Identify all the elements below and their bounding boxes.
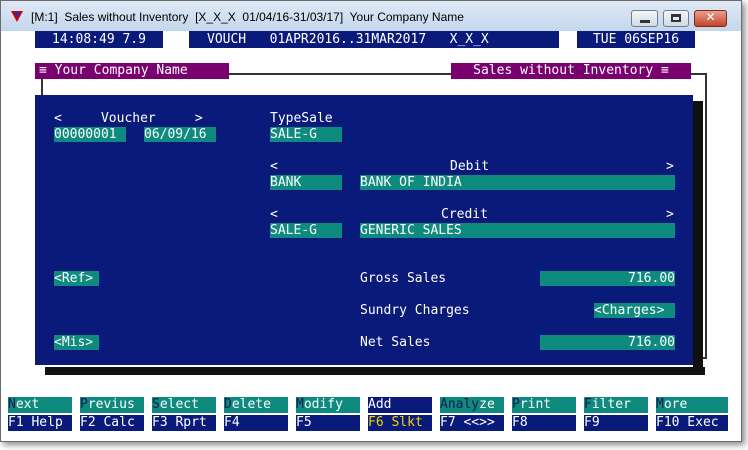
debit-account-field[interactable]: BANK OF INDIA (360, 175, 675, 190)
status-date: TUE 06SEP16 (577, 31, 695, 48)
fkey-f1-help[interactable]: F1 Help (8, 415, 72, 431)
window-title: [M:1] Sales without Inventory [X_X_X 01/… (31, 10, 464, 24)
gross-sales-value[interactable]: 716.00 (540, 271, 675, 286)
status-time: 14:08:49 7.9 (35, 31, 163, 48)
status-mode: VOUCH 01APR2016..31MAR2017 X_X_X (189, 31, 559, 48)
typesale-label: TypeSale (270, 111, 333, 126)
fkey-f9[interactable]: F9 (584, 415, 648, 431)
debit-header: Debit (450, 159, 490, 174)
panel-title-right: Sales without Inventory ≡ (451, 63, 691, 79)
voucher-header[interactable]: < Voucher > (54, 111, 203, 127)
voucher-console: ≡ Your Company Name Sales without Invent… (31, 63, 709, 375)
fkey-more[interactable]: More (656, 397, 728, 413)
net-sales-value[interactable]: 716.00 (540, 335, 675, 350)
fkey-f4[interactable]: F4 (224, 415, 288, 431)
credit-header: Credit (441, 207, 488, 222)
fkey-add[interactable]: Add (368, 397, 432, 413)
form-shadow-side (693, 101, 703, 375)
fkey-modify[interactable]: Modify (296, 397, 360, 413)
fkey-f10-exec[interactable]: F10 Exec (656, 415, 728, 431)
net-sales-label: Net Sales (360, 335, 431, 350)
voucher-date-field[interactable]: 06/09/16 (144, 127, 216, 142)
voucher-number-field[interactable]: 00000001 (54, 127, 126, 142)
app-logo-icon[interactable] (11, 11, 23, 22)
application-window: [M:1] Sales without Inventory [X_X_X 01/… (0, 0, 742, 442)
gross-sales-label: Gross Sales (360, 271, 447, 286)
fkey-f5[interactable]: F5 (296, 415, 360, 431)
fkey-f7-navigate[interactable]: F7 <<>> (440, 415, 504, 431)
fkey-f2-calc[interactable]: F2 Calc (80, 415, 144, 431)
fkey-print[interactable]: Print (512, 397, 576, 413)
debit-code-field[interactable]: BANK (270, 175, 342, 190)
credit-next-arrow[interactable]: > (666, 207, 674, 223)
fkey-analyze[interactable]: Analyze (440, 397, 504, 413)
fkey-next[interactable]: Next (8, 397, 72, 413)
typesale-field[interactable]: SALE-G (270, 127, 342, 142)
mis-button[interactable]: <Mis> (54, 335, 99, 350)
fkey-filter[interactable]: Filter (584, 397, 648, 413)
charges-button[interactable]: <Charges> (594, 303, 675, 318)
form-shadow (45, 367, 705, 375)
debit-prev-arrow[interactable]: < (270, 159, 278, 175)
debit-next-arrow[interactable]: > (666, 159, 674, 175)
fkey-f8[interactable]: F8 (512, 415, 576, 431)
sundry-charges-label: Sundry Charges (360, 303, 470, 318)
ref-button[interactable]: <Ref> (54, 271, 99, 286)
close-button[interactable]: ✕ (694, 10, 727, 27)
minimize-button[interactable] (631, 10, 658, 27)
fkey-select[interactable]: Select (152, 397, 216, 413)
fkey-f6-select[interactable]: F6 Slkt (368, 415, 432, 431)
credit-code-field[interactable]: SALE-G (270, 223, 342, 238)
voucher-form: < Voucher > 00000001 06/09/16 TypeSale S… (35, 95, 693, 365)
panel-title-left: ≡ Your Company Name (35, 63, 229, 79)
credit-account-field[interactable]: GENERIC SALES (360, 223, 675, 238)
fkey-f3-report[interactable]: F3 Rprt (152, 415, 216, 431)
fkey-delete[interactable]: Delete (224, 397, 288, 413)
maximize-button[interactable] (663, 10, 689, 27)
credit-prev-arrow[interactable]: < (270, 207, 278, 223)
function-key-bar: Next Previus Select Delete Modify Add An… (1, 397, 741, 433)
maximize-icon (671, 14, 681, 22)
close-icon: ✕ (705, 10, 716, 24)
title-bar[interactable]: [M:1] Sales without Inventory [X_X_X 01/… (1, 1, 741, 31)
minimize-icon (640, 20, 650, 23)
fkey-previous[interactable]: Previus (80, 397, 144, 413)
